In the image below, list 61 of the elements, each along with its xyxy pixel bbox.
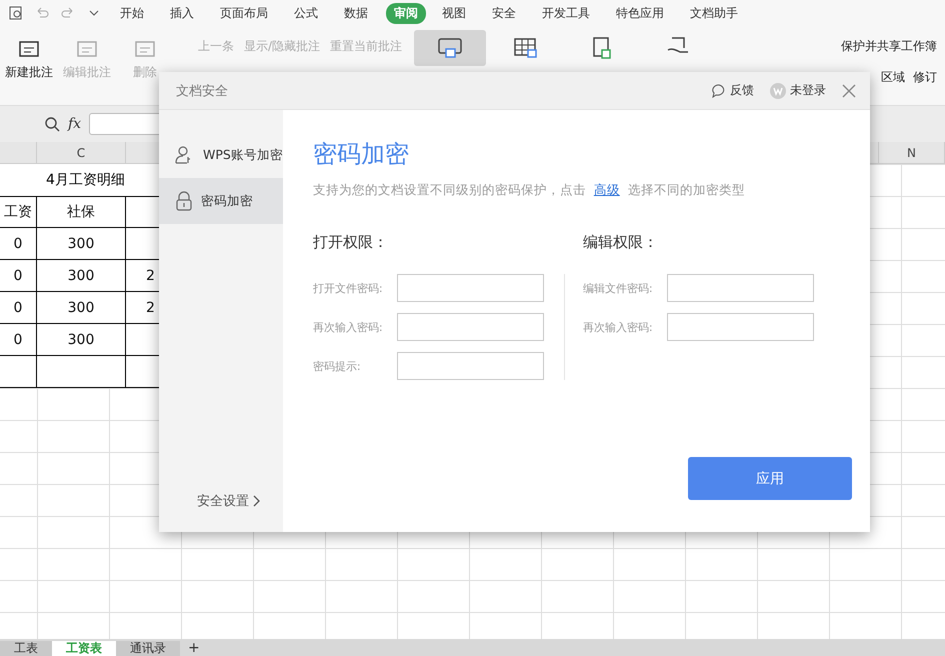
add-sheet-button[interactable]: + xyxy=(180,641,208,656)
menu-tab[interactable]: 插入 xyxy=(162,2,202,24)
column-title: 打开权限： xyxy=(312,233,389,252)
menu-tab[interactable]: 安全 xyxy=(484,2,524,24)
preview-icon[interactable] xyxy=(8,5,24,21)
sheet-tab[interactable]: 工表 xyxy=(0,641,52,656)
menu-tab[interactable]: 公式 xyxy=(286,2,326,24)
apply-button[interactable]: 应用 xyxy=(688,457,852,500)
feedback-link[interactable]: 反馈 xyxy=(712,82,754,99)
section-heading: 密码加密 xyxy=(312,139,410,170)
field-label: 再次输入密码: xyxy=(312,320,384,334)
menu-tab[interactable]: 开始 xyxy=(112,2,152,24)
password-field[interactable] xyxy=(666,274,814,302)
password-field[interactable] xyxy=(396,352,544,380)
table-cell: 0 xyxy=(0,324,37,356)
revise-button[interactable]: 修订 xyxy=(913,69,937,86)
table-cell: 300 xyxy=(37,260,126,292)
column-header[interactable]: C xyxy=(37,142,126,163)
table-cell: 300 xyxy=(37,228,126,260)
fx-label[interactable]: fx xyxy=(68,116,82,132)
toolbar-button[interactable]: 新建批注 xyxy=(2,36,56,81)
field-label: 打开文件密码: xyxy=(312,280,384,296)
password-field[interactable] xyxy=(396,274,544,302)
field-label: 密码提示: xyxy=(312,358,362,374)
description: 支持为您的文档设置不同级别的密码保护，点击 高级 选择不同的加密类型 xyxy=(312,182,746,199)
sheet-tab[interactable]: 工资表 xyxy=(52,641,116,656)
security-settings-link[interactable]: 安全设置 xyxy=(197,492,283,510)
lock-screen-icon xyxy=(436,36,464,60)
table-cell: 0 xyxy=(0,228,37,260)
table-cell: 0 xyxy=(0,292,37,324)
menu-tab[interactable]: 开发工具 xyxy=(534,2,598,24)
table-cell: 社保 xyxy=(37,196,126,228)
field-label: 再次输入密码: xyxy=(582,320,654,334)
column-header[interactable]: N xyxy=(879,142,945,163)
dialog-title: 文档安全 xyxy=(176,82,229,100)
avatar-icon xyxy=(770,82,786,98)
column-title: 编辑权限： xyxy=(582,233,659,252)
share-workbook-button[interactable]: 保护并共享工作簿 xyxy=(841,38,937,55)
menu-tab[interactable]: 文档助手 xyxy=(682,2,746,24)
sidebar-item[interactable]: 密码加密 xyxy=(159,178,283,224)
table-cell: 300 xyxy=(37,324,126,356)
area-button[interactable]: 区域 xyxy=(881,69,905,86)
lock-icon xyxy=(175,191,193,211)
password-field[interactable] xyxy=(666,313,814,341)
sheet-tab[interactable]: 通讯录 xyxy=(116,641,180,656)
login-link[interactable]: 未登录 xyxy=(770,82,826,99)
menu-tab[interactable]: 数据 xyxy=(336,2,376,24)
chevron-right-icon xyxy=(253,495,261,507)
table-cell: 工资 xyxy=(0,196,37,228)
field-label: 编辑文件密码: xyxy=(582,280,654,296)
chat-icon xyxy=(712,84,726,98)
menu-tab[interactable]: 视图 xyxy=(434,2,474,24)
table-cell: 0 xyxy=(0,260,37,292)
menu-tab[interactable]: 特色应用 xyxy=(608,2,672,24)
protect-button[interactable] xyxy=(414,30,486,66)
zoom-icon[interactable] xyxy=(44,116,60,132)
table-cell: 300 xyxy=(37,292,126,324)
password-field[interactable] xyxy=(396,313,544,341)
menu-tab[interactable]: 页面布局 xyxy=(212,2,276,24)
close-icon[interactable] xyxy=(842,84,856,98)
advanced-link[interactable]: 高级 xyxy=(594,182,620,197)
